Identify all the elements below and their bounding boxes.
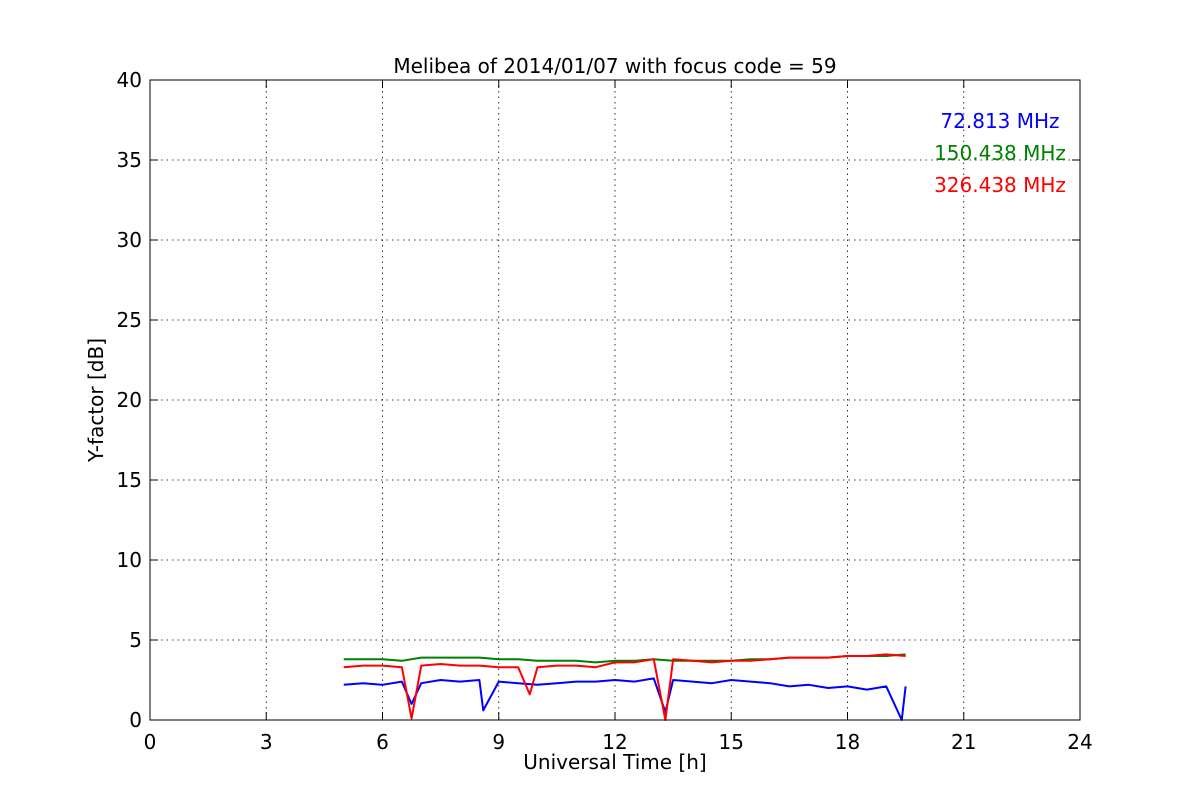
legend: 72.813 MHz 150.438 MHz 326.438 MHz	[934, 109, 1066, 197]
y-tick-label: 30	[117, 228, 142, 252]
legend-entry-150-438: 150.438 MHz	[934, 141, 1066, 165]
x-tick-label: 6	[376, 730, 389, 754]
x-tick-label: 0	[144, 730, 157, 754]
y-tick-label: 15	[117, 468, 142, 492]
legend-entry-72-813: 72.813 MHz	[940, 109, 1059, 133]
y-tick-label: 0	[129, 708, 142, 732]
x-tick-label: 18	[835, 730, 860, 754]
y-tick-label: 20	[117, 388, 142, 412]
chart-title: Melibea of 2014/01/07 with focus code = …	[393, 54, 836, 78]
y-tick-label: 40	[117, 68, 142, 92]
x-tick-label: 24	[1067, 730, 1092, 754]
x-tick-label: 15	[719, 730, 744, 754]
y-tick-label: 25	[117, 308, 142, 332]
legend-entry-326-438: 326.438 MHz	[934, 173, 1066, 197]
y-tick-label: 35	[117, 148, 142, 172]
x-axis-label: Universal Time [h]	[523, 750, 706, 774]
y-axis-label: Y-factor [dB]	[84, 338, 108, 463]
chart-svg: 0 3 6 9 12 15 18 21 240510152025303540 Melibea o…	[0, 0, 1200, 800]
x-tick-label: 21	[951, 730, 976, 754]
y-tick-label: 5	[129, 628, 142, 652]
y-tick-label: 10	[117, 548, 142, 572]
x-tick-label: 3	[260, 730, 273, 754]
x-tick-label: 9	[492, 730, 505, 754]
